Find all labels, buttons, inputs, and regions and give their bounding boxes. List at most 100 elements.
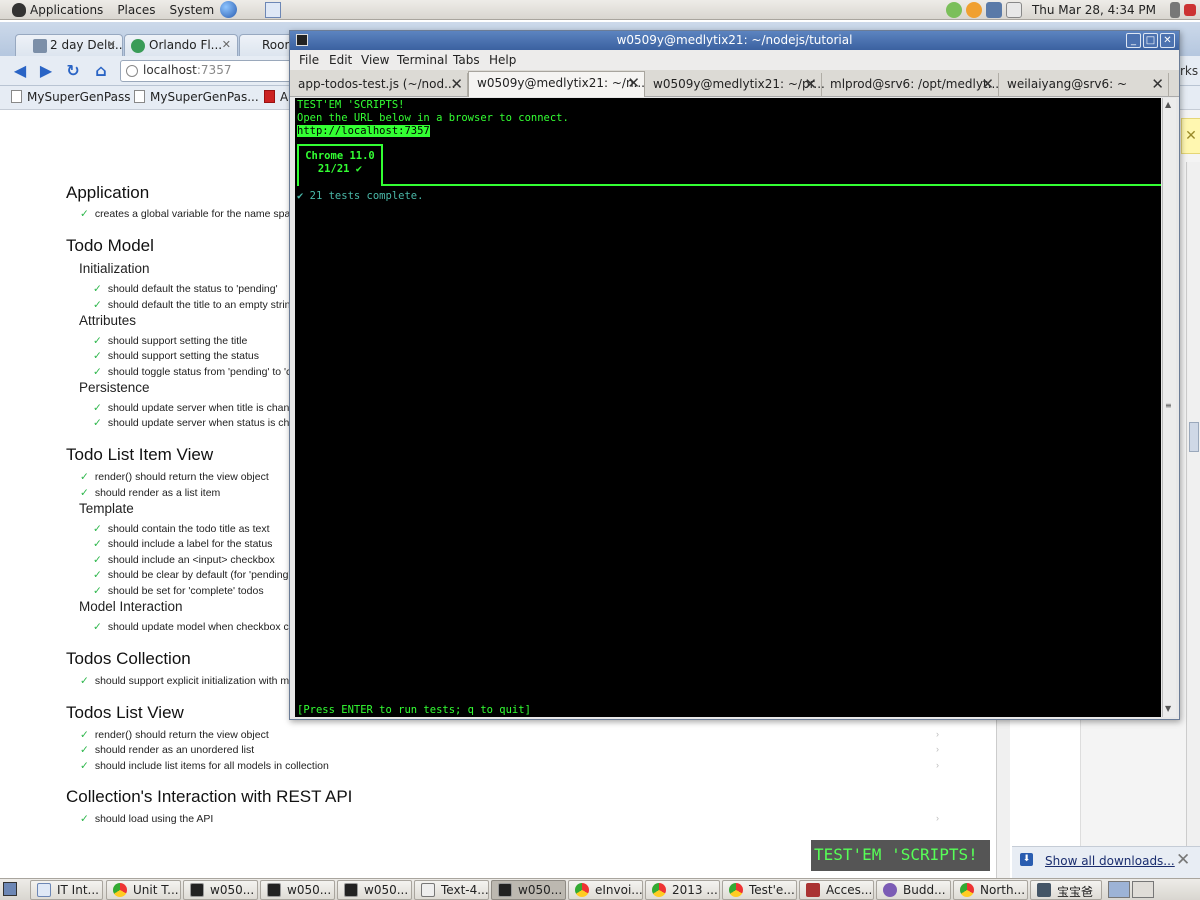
side-scrollbar[interactable] (1186, 162, 1200, 862)
close-downloads-bar-icon[interactable]: ✕ (1176, 850, 1190, 870)
workspace-1-icon[interactable] (1108, 881, 1130, 898)
taskbar-item[interactable]: Budd... (876, 880, 951, 900)
menu-edit[interactable]: Edit (329, 53, 352, 67)
workspace-2-icon[interactable] (1132, 881, 1154, 898)
home-icon[interactable]: ⌂ (92, 62, 110, 80)
terminal-menubar: File Edit View Terminal Tabs Help (290, 50, 1179, 70)
show-all-downloads-link[interactable]: Show all downloads... (1045, 854, 1175, 868)
test-label: should update model when checkbox cl (107, 621, 292, 633)
web-browser-launcher-icon[interactable] (220, 1, 238, 18)
reload-icon[interactable]: ↻ (64, 62, 82, 80)
mail-icon[interactable] (1005, 2, 1022, 18)
taskbar-item[interactable]: eInvoi... (568, 880, 643, 900)
menu-file[interactable]: File (299, 53, 319, 67)
taskbar-item-active[interactable]: w050... (491, 880, 566, 900)
bookmark-item[interactable]: MySuperGenPas... (134, 90, 259, 104)
tab-close-icon[interactable]: ✕ (450, 75, 463, 93)
menu-system[interactable]: System (169, 3, 214, 17)
test-label: should include a label for the status (107, 538, 273, 550)
taskbar-item[interactable]: Test'e... (722, 880, 797, 900)
taskbar-item[interactable]: Acces... (799, 880, 874, 900)
hotel-favicon-icon (33, 39, 47, 53)
test-item: ✓ should load using the API (80, 813, 213, 825)
terminal-tab[interactable]: w0509y@medlytix21: ~/pr... ✕ (645, 73, 825, 97)
terminal-screen[interactable]: TEST'EM 'SCRIPTS! Open the URL below in … (295, 98, 1161, 717)
browser-tab[interactable]: 2 day Delu... ✕ (15, 34, 123, 56)
minimize-icon[interactable]: _ (1126, 33, 1141, 48)
browser-result-tab[interactable]: Chrome 11.0 21/21 ✔ (297, 144, 383, 186)
downloads-bar: ⬇ Show all downloads... ✕ (1012, 846, 1200, 878)
bookmarks-overflow-label[interactable]: rks (1180, 64, 1198, 78)
chrome-icon (652, 883, 666, 897)
taskbar-item[interactable]: 2013 ... (645, 880, 720, 900)
menu-applications[interactable]: Applications (30, 3, 103, 17)
back-arrow-icon[interactable]: ◀ (11, 62, 29, 80)
volume-icon[interactable] (1170, 2, 1180, 18)
test-item: ✓ should include a label for the status (93, 538, 272, 550)
taskbar-item[interactable]: Text-4... (414, 880, 489, 900)
scrollbar-thumb[interactable] (1189, 422, 1199, 452)
taskbar-item[interactable]: North... (953, 880, 1028, 900)
taskbar-label: 2013 ... (672, 883, 718, 897)
browser-tab[interactable]: Orlando Fl... ✕ (124, 34, 238, 56)
terminal-tab-active[interactable]: w0509y@medlytix21: ~/n... ✕ (468, 71, 645, 97)
terminal-line-title: TEST'EM 'SCRIPTS! (297, 99, 405, 111)
bookmark-item[interactable]: A (264, 90, 288, 104)
check-icon: ✓ (80, 729, 89, 741)
terminal-scrollbar[interactable]: ▲ ≡ ▼ (1162, 98, 1176, 717)
terminal-tab-label: mlprod@srv6: /opt/medlyt... (830, 77, 1000, 91)
tab-close-icon[interactable]: ✕ (1151, 75, 1164, 93)
tab-close-icon[interactable]: ✕ (981, 75, 994, 93)
show-desktop-icon[interactable] (3, 882, 17, 896)
close-infobar-icon[interactable]: ✕ (1181, 118, 1200, 154)
scroll-down-icon[interactable]: ▼ (1165, 704, 1171, 713)
power-icon[interactable] (1184, 4, 1196, 16)
menu-tabs[interactable]: Tabs (453, 53, 480, 67)
suite-heading: Application (66, 183, 150, 202)
scroll-up-icon[interactable]: ▲ (1165, 100, 1171, 109)
test-label: should support setting the title (107, 335, 248, 347)
update-notifier-icon[interactable] (965, 2, 982, 18)
address-bar[interactable]: localhost:7357 (120, 60, 292, 82)
taskbar-item[interactable]: w050... (183, 880, 258, 900)
bookmark-item[interactable]: MySuperGenPass (11, 90, 130, 104)
tab-close-icon[interactable]: ✕ (627, 74, 640, 92)
window-close-icon[interactable]: ✕ (1160, 33, 1175, 48)
menu-places[interactable]: Places (117, 3, 155, 17)
maximize-icon[interactable]: □ (1143, 33, 1158, 48)
forward-arrow-icon[interactable]: ▶ (37, 62, 55, 80)
network-status-icon[interactable] (945, 2, 962, 18)
tab-close-icon[interactable]: ✕ (107, 38, 116, 51)
taskbar-item[interactable]: IT Int... (30, 880, 103, 900)
taskbar-item[interactable]: Unit T... (106, 880, 181, 900)
test-label: should be clear by default (for 'pending… (107, 569, 291, 581)
tab-close-icon[interactable]: ✕ (222, 38, 231, 51)
taskbar-item[interactable]: 宝宝爸 (1030, 880, 1102, 900)
test-item: ✓ should support setting the status (93, 350, 259, 362)
panel-clock[interactable]: Thu Mar 28, 4:34 PM (1032, 3, 1156, 17)
text-editor-launcher-icon[interactable] (265, 1, 282, 18)
check-icon: ✓ (93, 350, 102, 362)
display-monitor-icon[interactable] (985, 2, 1002, 18)
scrollbar-grip-icon[interactable]: ≡ (1165, 401, 1172, 410)
taskbar-item[interactable]: w050... (337, 880, 412, 900)
browser-tab-label: Orlando Fl... (149, 38, 223, 52)
test-label: render() should return the view object (94, 729, 269, 741)
terminal-tab[interactable]: mlprod@srv6: /opt/medlyt... ✕ (822, 73, 999, 97)
test-item: ✓ should render as an unordered list (80, 744, 254, 756)
tab-close-icon[interactable]: ✕ (804, 75, 817, 93)
menu-help[interactable]: Help (489, 53, 516, 67)
suite-heading: Todo List Item View (66, 445, 214, 464)
terminal-window-icon[interactable] (296, 34, 308, 46)
suite-heading: Todos List View (66, 703, 184, 722)
terminal-tab[interactable]: app-todos-test.js (~/nod... ✕ (290, 73, 468, 97)
page-info-icon[interactable] (126, 65, 138, 77)
taskbar-item[interactable]: w050... (260, 880, 335, 900)
check-icon: ✓ (93, 523, 102, 535)
terminal-tab[interactable]: weilaiyang@srv6: ~ ✕ (999, 73, 1169, 97)
terminal-titlebar[interactable]: w0509y@medlytix21: ~/nodejs/tutorial _ □… (290, 31, 1179, 50)
check-icon: ✓ (93, 538, 102, 550)
test-item: ✓ render() should return the view object (80, 729, 269, 741)
menu-terminal[interactable]: Terminal (397, 53, 448, 67)
menu-view[interactable]: View (361, 53, 389, 67)
